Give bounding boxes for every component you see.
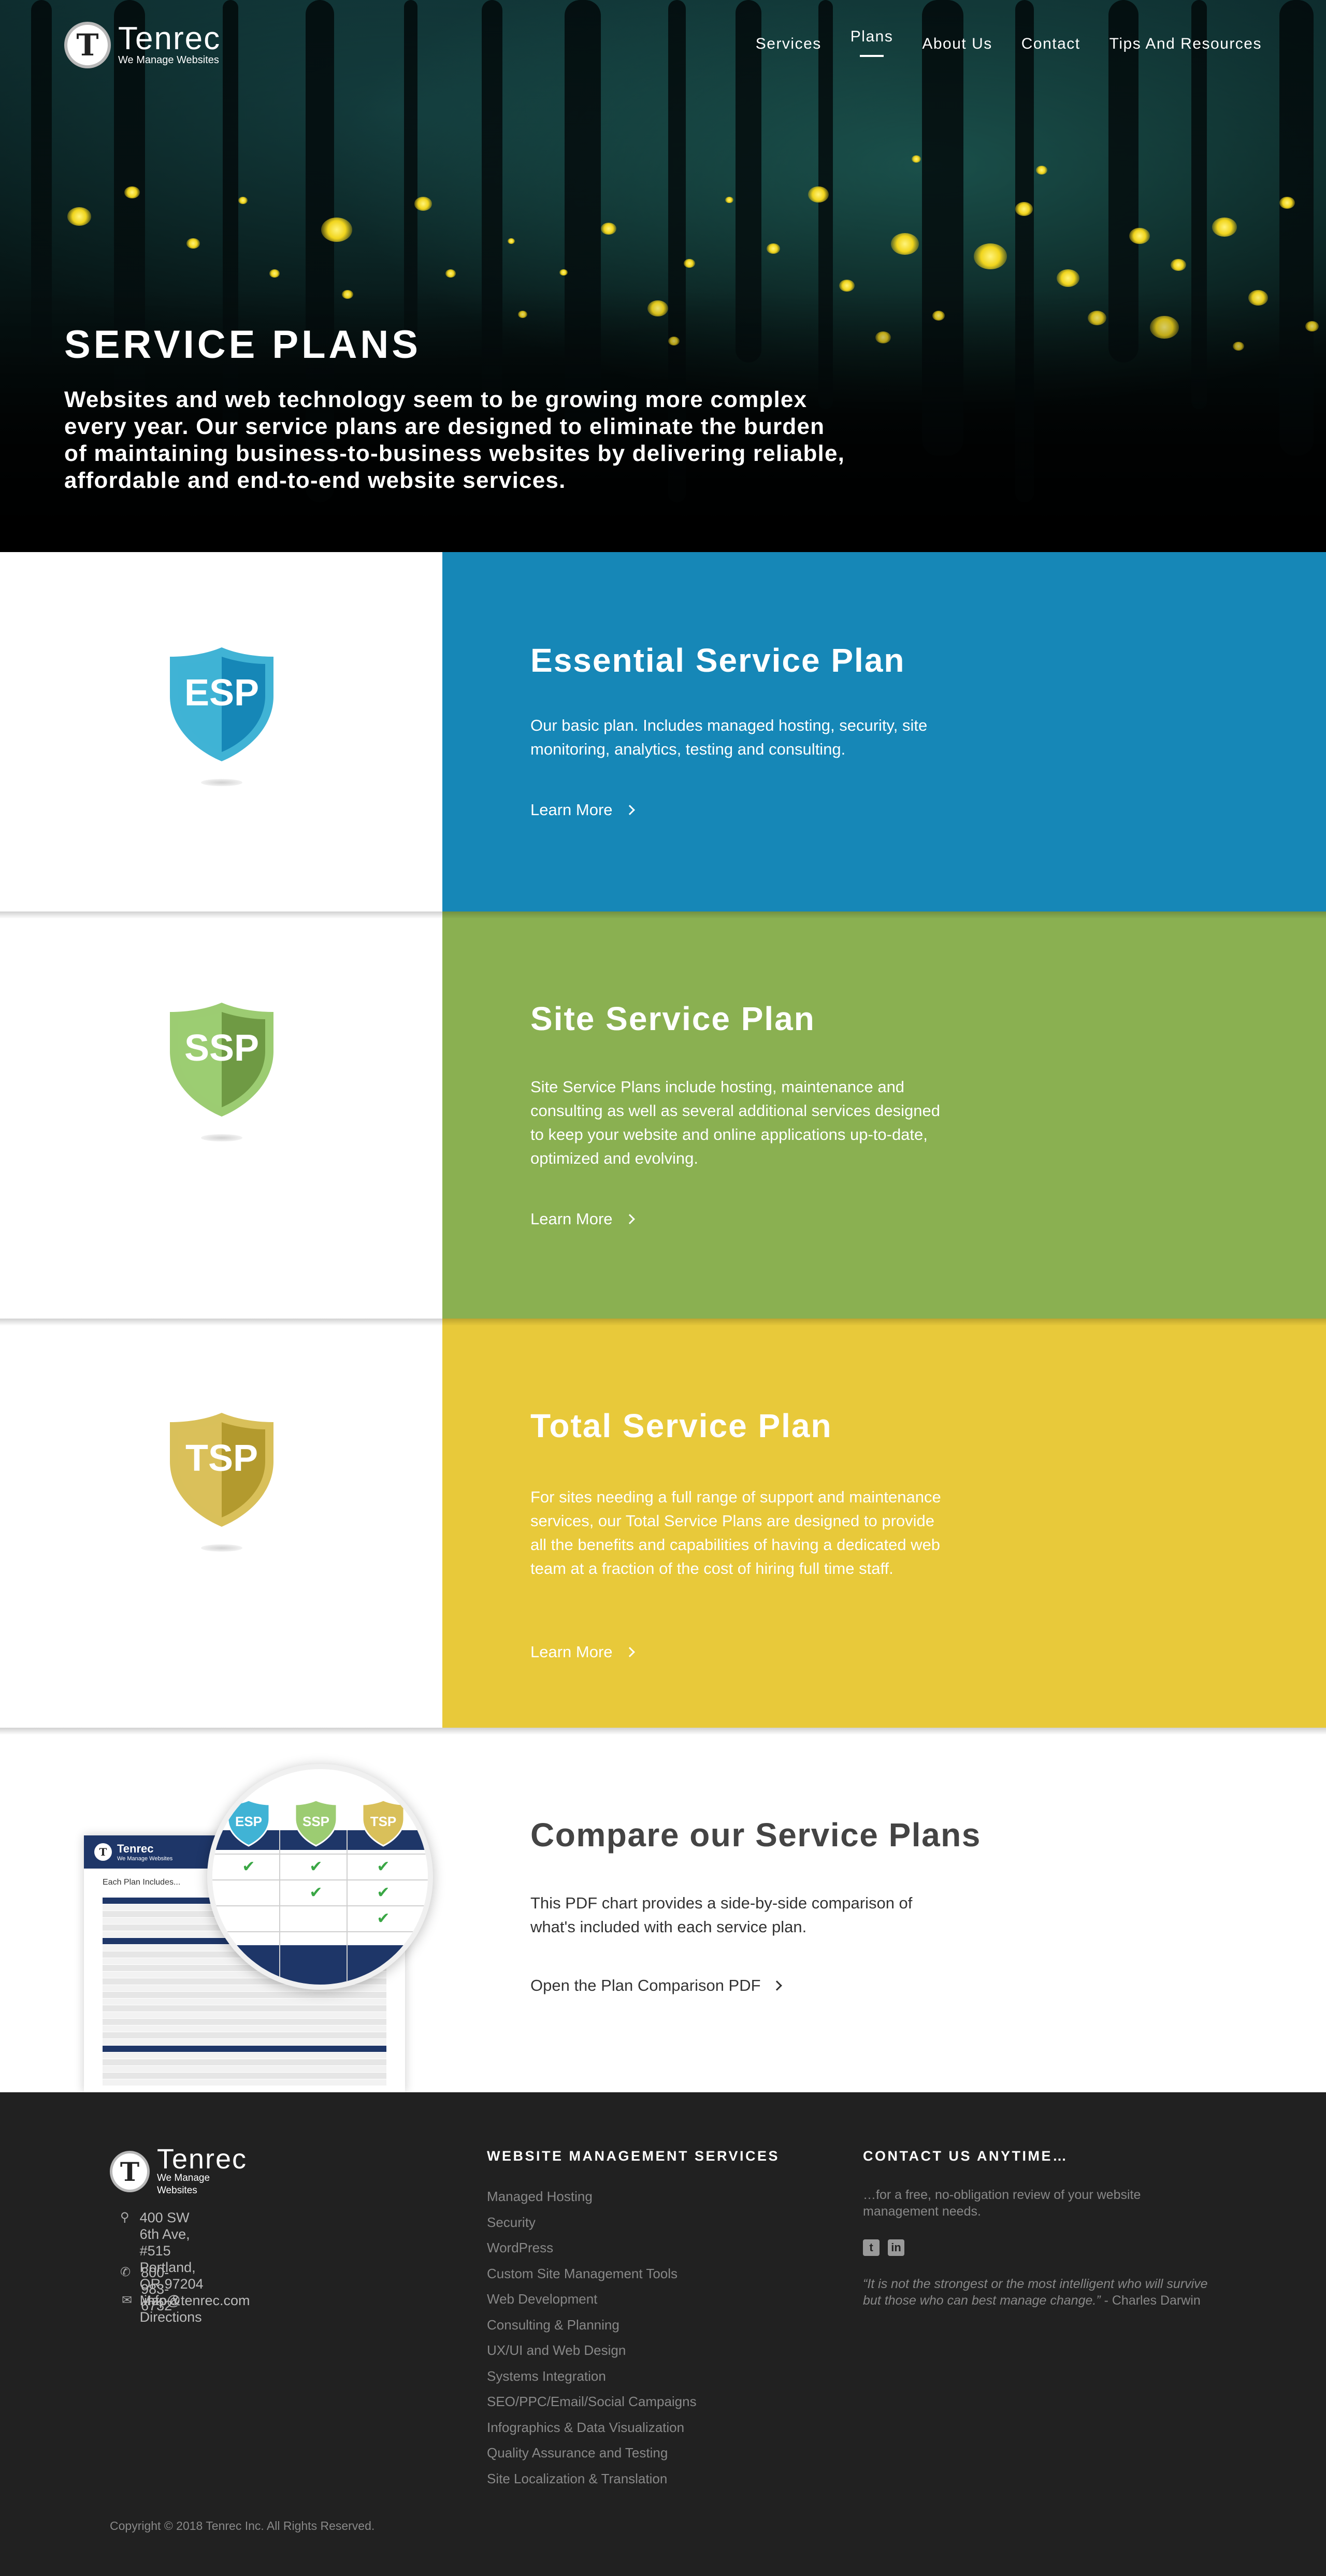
footer-service-link[interactable]: Systems Integration <box>487 2368 606 2384</box>
footer-email: ✉ info@tenrec.com <box>120 2292 250 2309</box>
nav-plans[interactable]: Plans <box>851 28 893 57</box>
hero-description: Websites and web technology seem to be g… <box>64 387 845 493</box>
learn-more-link[interactable]: Learn More <box>530 1210 635 1228</box>
pdf-brand: Tenrec <box>117 1842 154 1855</box>
logo-mark: T <box>110 2151 150 2192</box>
contact-heading: CONTACT US ANYTIME… <box>863 2148 1069 2164</box>
check-icon: ✔ <box>309 1858 322 1876</box>
logo-name: Tenrec <box>156 2144 248 2175</box>
plan-description: Site Service Plans include hosting, main… <box>530 1078 940 1167</box>
logo-tagline: We Manage Websites <box>156 2173 210 2196</box>
compare-description: This PDF chart provides a side-by-side c… <box>530 1894 913 1936</box>
footer-service-link[interactable]: Infographics & Data Visualization <box>487 2420 684 2436</box>
plan-description: For sites needing a full range of suppor… <box>530 1488 941 1578</box>
footer-service-link[interactable]: Consulting & Planning <box>487 2317 619 2333</box>
open-pdf-link[interactable]: Open the Plan Comparison PDF <box>530 1976 782 1995</box>
plan-row-tsp: TSP Total Service Plan For sites needing… <box>0 1319 1326 1735</box>
footer-quote: “It is not the strongest or the most int… <box>863 2276 1215 2309</box>
plan-title: Total Service Plan <box>530 1407 832 1444</box>
learn-more-link[interactable]: Learn More <box>530 801 635 819</box>
ssp-shield-icon: SSP <box>166 1000 278 1141</box>
plan-title: Site Service Plan <box>530 1000 815 1037</box>
pdf-logo-mark: T <box>94 1843 112 1861</box>
shield-badge-text: SSP <box>184 1027 259 1069</box>
linkedin-icon[interactable]: in <box>888 2239 904 2256</box>
chevron-right-icon <box>624 1647 635 1657</box>
compare-title: Compare our Service Plans <box>530 1816 981 1854</box>
plan-panel: Total Service Plan For sites needing a f… <box>442 1319 1326 1728</box>
nav-services[interactable]: Services <box>756 35 821 53</box>
logo-name: Tenrec <box>118 21 221 56</box>
check-icon: ✔ <box>377 1909 390 1928</box>
footer-service-link[interactable]: Site Localization & Translation <box>487 2471 667 2487</box>
open-pdf-label: Open the Plan Comparison PDF <box>530 1976 761 1994</box>
page-title: SERVICE PLANS <box>64 323 421 367</box>
chevron-right-icon <box>624 805 635 815</box>
email-link[interactable]: info@tenrec.com <box>144 2292 250 2309</box>
copyright: Copyright © 2018 Tenrec Inc. All Rights … <box>110 2519 375 2532</box>
learn-more-link[interactable]: Learn More <box>530 1643 635 1661</box>
check-icon: ✔ <box>377 1858 390 1876</box>
magnifier-badge-label: ESP <box>235 1814 262 1829</box>
footer-service-link[interactable]: UX/UI and Web Design <box>487 2342 626 2358</box>
compare-section: T Tenrec We Manage Websites Each Plan In… <box>0 1728 1326 2092</box>
esp-shield-icon: ESP <box>166 644 278 786</box>
chevron-right-icon <box>624 1214 635 1224</box>
footer-service-link[interactable]: Web Development <box>487 2291 597 2307</box>
tsp-shield-icon: TSP <box>166 1410 278 1552</box>
learn-more-label: Learn More <box>530 1643 613 1661</box>
magnifier-badge-label: SSP <box>302 1814 329 1829</box>
footer-service-link[interactable]: Quality Assurance and Testing <box>487 2445 668 2461</box>
footer-logo[interactable]: T Tenrec We Manage Websites <box>110 2144 249 2197</box>
logo-mark: T <box>64 22 111 68</box>
footer-service-link[interactable]: SEO/PPC/Email/Social Campaigns <box>487 2394 697 2410</box>
logo-tagline: We Manage Websites <box>118 54 219 66</box>
plan-panel: Essential Service Plan Our basic plan. I… <box>442 552 1326 911</box>
quote-author: - Charles Darwin <box>1100 2293 1201 2308</box>
nav-tips-and-resources[interactable]: Tips And Resources <box>1109 35 1262 53</box>
site-footer: T Tenrec We Manage Websites ⚲ 400 SW 6th… <box>0 2092 1326 2576</box>
magnifier-badge-label: TSP <box>370 1814 397 1829</box>
nav-contact[interactable]: Contact <box>1021 35 1080 53</box>
check-icon: ✔ <box>309 1884 322 1902</box>
footer-service-link[interactable]: Custom Site Management Tools <box>487 2266 678 2282</box>
plan-row-ssp: SSP Site Service Plan Site Service Plans… <box>0 911 1326 1326</box>
shield-badge-text: ESP <box>184 672 259 714</box>
plan-title: Essential Service Plan <box>530 642 905 679</box>
pdf-magnifier: ESP SSP TSP ✔ ✔ ✔ ✔ ✔ ✔ <box>207 1764 433 1990</box>
chevron-right-icon <box>771 1980 782 1991</box>
header-logo[interactable]: T Tenrec We Manage Websites <box>64 22 221 68</box>
address-line-1: 400 SW 6th Ave, #515 <box>139 2210 190 2259</box>
pdf-tagline: We Manage Websites <box>117 1856 173 1862</box>
learn-more-label: Learn More <box>530 1210 613 1228</box>
main-nav: Services Plans About Us Contact Tips And… <box>756 28 1262 57</box>
twitter-icon[interactable]: t <box>863 2239 880 2256</box>
envelope-icon: ✉ <box>121 2293 133 2307</box>
shield-badge-text: TSP <box>185 1438 258 1479</box>
plan-row-esp: ESP Essential Service Plan Our basic pla… <box>0 552 1326 919</box>
check-icon: ✔ <box>242 1858 255 1876</box>
plan-description: Our basic plan. Includes managed hosting… <box>530 716 928 758</box>
learn-more-label: Learn More <box>530 801 613 819</box>
footer-service-link[interactable]: WordPress <box>487 2240 553 2256</box>
plan-panel: Site Service Plan Site Service Plans inc… <box>442 911 1326 1319</box>
services-heading: WEBSITE MANAGEMENT SERVICES <box>487 2148 780 2164</box>
magnified-comparison-table: ESP SSP TSP ✔ ✔ ✔ ✔ ✔ ✔ <box>212 1769 428 1985</box>
footer-service-link[interactable]: Security <box>487 2215 536 2231</box>
hero-section: T Tenrec We Manage Websites Services Pla… <box>0 0 1326 552</box>
check-icon: ✔ <box>377 1884 390 1902</box>
footer-service-link[interactable]: Managed Hosting <box>487 2189 593 2205</box>
contact-text: …for a free, no-obligation review of you… <box>863 2188 1141 2219</box>
nav-about-us[interactable]: About Us <box>922 35 992 53</box>
